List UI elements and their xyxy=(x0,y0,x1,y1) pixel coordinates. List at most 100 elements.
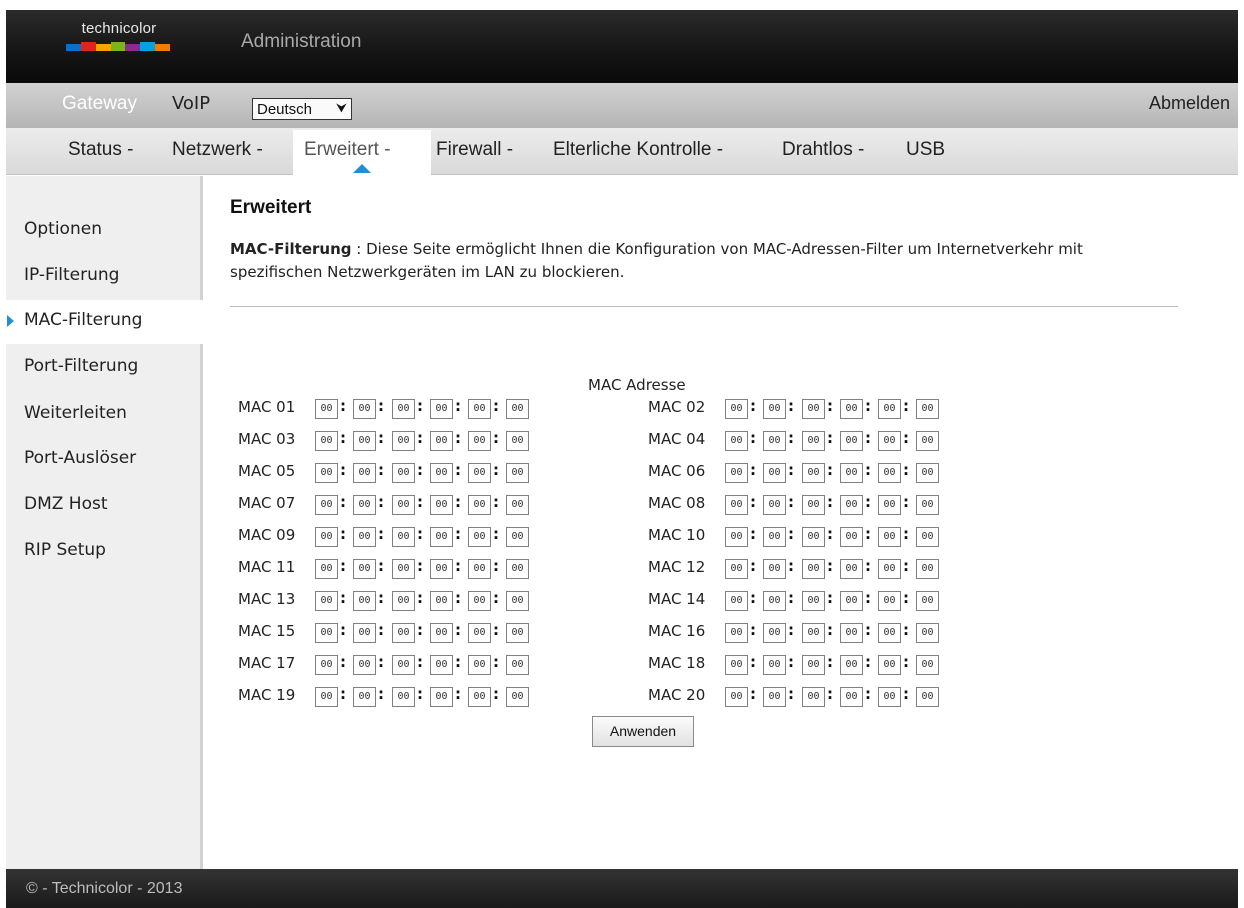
mac-octet-input[interactable]: 00 xyxy=(353,399,376,419)
mac-octet-input[interactable]: 00 xyxy=(725,527,748,547)
mac-octet-input[interactable]: 00 xyxy=(878,463,901,483)
mac-octet-input[interactable]: 00 xyxy=(725,591,748,611)
mac-octet-input[interactable]: 00 xyxy=(725,463,748,483)
nav-gateway-link[interactable]: Gateway xyxy=(62,93,137,115)
mac-octet-input[interactable]: 00 xyxy=(315,623,338,643)
mac-octet-input[interactable]: 00 xyxy=(392,687,415,707)
mac-octet-input[interactable]: 00 xyxy=(506,655,529,675)
technicolor-logo[interactable]: technicolor xyxy=(64,20,174,60)
tab-drahtlos[interactable]: Drahtlos - xyxy=(782,139,864,161)
sidebar-item-weiterleiten[interactable]: Weiterleiten xyxy=(6,393,203,433)
mac-octet-input[interactable]: 00 xyxy=(392,527,415,547)
mac-octet-input[interactable]: 00 xyxy=(506,623,529,643)
mac-octet-input[interactable]: 00 xyxy=(840,495,863,515)
nav-voip-link[interactable]: VoIP xyxy=(172,93,210,114)
mac-octet-input[interactable]: 00 xyxy=(353,431,376,451)
mac-octet-input[interactable]: 00 xyxy=(840,591,863,611)
tab-erweitert[interactable]: Erweitert - xyxy=(304,139,391,161)
mac-octet-input[interactable]: 00 xyxy=(430,399,453,419)
mac-octet-input[interactable]: 00 xyxy=(315,687,338,707)
tab-usb[interactable]: USB xyxy=(906,139,945,161)
mac-octet-input[interactable]: 00 xyxy=(916,495,939,515)
mac-octet-input[interactable]: 00 xyxy=(878,495,901,515)
mac-octet-input[interactable]: 00 xyxy=(468,495,491,515)
mac-octet-input[interactable]: 00 xyxy=(840,623,863,643)
mac-octet-input[interactable]: 00 xyxy=(392,623,415,643)
mac-octet-input[interactable]: 00 xyxy=(878,431,901,451)
logout-link[interactable]: Abmelden xyxy=(1149,93,1230,114)
mac-octet-input[interactable]: 00 xyxy=(353,495,376,515)
mac-octet-input[interactable]: 00 xyxy=(315,655,338,675)
mac-octet-input[interactable]: 00 xyxy=(315,463,338,483)
mac-octet-input[interactable]: 00 xyxy=(763,655,786,675)
mac-octet-input[interactable]: 00 xyxy=(392,495,415,515)
mac-octet-input[interactable]: 00 xyxy=(468,623,491,643)
mac-octet-input[interactable]: 00 xyxy=(878,527,901,547)
mac-octet-input[interactable]: 00 xyxy=(878,399,901,419)
language-select[interactable]: Deutsch ⮟ xyxy=(252,98,352,120)
mac-octet-input[interactable]: 00 xyxy=(315,431,338,451)
tab-netzwerk[interactable]: Netzwerk - xyxy=(172,139,263,161)
mac-octet-input[interactable]: 00 xyxy=(878,655,901,675)
mac-octet-input[interactable]: 00 xyxy=(430,495,453,515)
mac-octet-input[interactable]: 00 xyxy=(353,527,376,547)
mac-octet-input[interactable]: 00 xyxy=(506,495,529,515)
mac-octet-input[interactable]: 00 xyxy=(725,623,748,643)
mac-octet-input[interactable]: 00 xyxy=(763,431,786,451)
mac-octet-input[interactable]: 00 xyxy=(916,623,939,643)
mac-octet-input[interactable]: 00 xyxy=(763,399,786,419)
mac-octet-input[interactable]: 00 xyxy=(506,463,529,483)
mac-octet-input[interactable]: 00 xyxy=(468,527,491,547)
mac-octet-input[interactable]: 00 xyxy=(353,463,376,483)
mac-octet-input[interactable]: 00 xyxy=(840,527,863,547)
mac-octet-input[interactable]: 00 xyxy=(916,655,939,675)
mac-octet-input[interactable]: 00 xyxy=(916,463,939,483)
mac-octet-input[interactable]: 00 xyxy=(725,687,748,707)
mac-octet-input[interactable]: 00 xyxy=(763,559,786,579)
sidebar-item-ip-filterung[interactable]: IP-Filterung xyxy=(6,255,203,295)
tab-firewall[interactable]: Firewall - xyxy=(436,139,513,161)
sidebar-item-dmz-host[interactable]: DMZ Host xyxy=(6,484,203,524)
sidebar-item-optionen[interactable]: Optionen xyxy=(6,209,203,249)
mac-octet-input[interactable]: 00 xyxy=(468,687,491,707)
mac-octet-input[interactable]: 00 xyxy=(430,623,453,643)
mac-octet-input[interactable]: 00 xyxy=(802,431,825,451)
mac-octet-input[interactable]: 00 xyxy=(353,559,376,579)
sidebar-item-port-ausloeser[interactable]: Port-Auslöser xyxy=(6,438,203,478)
mac-octet-input[interactable]: 00 xyxy=(315,559,338,579)
mac-octet-input[interactable]: 00 xyxy=(840,431,863,451)
mac-octet-input[interactable]: 00 xyxy=(725,559,748,579)
mac-octet-input[interactable]: 00 xyxy=(802,623,825,643)
mac-octet-input[interactable]: 00 xyxy=(763,623,786,643)
apply-button[interactable]: Anwenden xyxy=(592,716,694,747)
mac-octet-input[interactable]: 00 xyxy=(506,559,529,579)
mac-octet-input[interactable]: 00 xyxy=(840,399,863,419)
mac-octet-input[interactable]: 00 xyxy=(392,655,415,675)
mac-octet-input[interactable]: 00 xyxy=(430,559,453,579)
mac-octet-input[interactable]: 00 xyxy=(392,399,415,419)
mac-octet-input[interactable]: 00 xyxy=(430,527,453,547)
mac-octet-input[interactable]: 00 xyxy=(430,655,453,675)
mac-octet-input[interactable]: 00 xyxy=(763,687,786,707)
mac-octet-input[interactable]: 00 xyxy=(315,495,338,515)
mac-octet-input[interactable]: 00 xyxy=(725,655,748,675)
mac-octet-input[interactable]: 00 xyxy=(840,559,863,579)
mac-octet-input[interactable]: 00 xyxy=(506,687,529,707)
mac-octet-input[interactable]: 00 xyxy=(916,591,939,611)
mac-octet-input[interactable]: 00 xyxy=(506,431,529,451)
mac-octet-input[interactable]: 00 xyxy=(802,463,825,483)
mac-octet-input[interactable]: 00 xyxy=(468,591,491,611)
mac-octet-input[interactable]: 00 xyxy=(878,623,901,643)
sidebar-item-port-filterung[interactable]: Port-Filterung xyxy=(6,346,203,386)
mac-octet-input[interactable]: 00 xyxy=(840,655,863,675)
mac-octet-input[interactable]: 00 xyxy=(725,399,748,419)
mac-octet-input[interactable]: 00 xyxy=(763,591,786,611)
mac-octet-input[interactable]: 00 xyxy=(763,495,786,515)
mac-octet-input[interactable]: 00 xyxy=(916,527,939,547)
mac-octet-input[interactable]: 00 xyxy=(878,687,901,707)
mac-octet-input[interactable]: 00 xyxy=(506,591,529,611)
mac-octet-input[interactable]: 00 xyxy=(353,687,376,707)
sidebar-item-mac-filterung[interactable]: MAC-Filterung xyxy=(6,300,203,344)
mac-octet-input[interactable]: 00 xyxy=(916,431,939,451)
mac-octet-input[interactable]: 00 xyxy=(802,655,825,675)
